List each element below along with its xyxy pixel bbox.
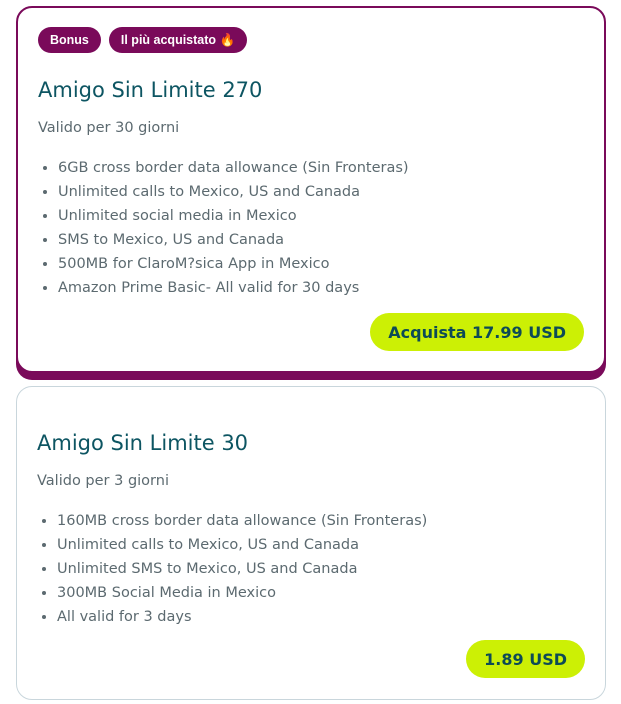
feature-item: All valid for 3 days (57, 605, 427, 629)
buy-button[interactable]: Acquista 17.99 USD (370, 313, 584, 351)
buy-button[interactable]: 1.89 USD (466, 640, 585, 678)
plan-title: Amigo Sin Limite 30 (37, 431, 249, 455)
feature-item: Unlimited social media in Mexico (58, 204, 409, 228)
plan-validity: Valido per 30 giorni (38, 120, 180, 136)
feature-item: Unlimited calls to Mexico, US and Canada (57, 533, 427, 557)
best-seller-badge: Il più acquistato 🔥 (108, 27, 248, 53)
feature-item: 500MB for ClaroM?sica App in Mexico (58, 252, 409, 276)
plan-title: Amigo Sin Limite 270 (38, 78, 263, 102)
feature-item: SMS to Mexico, US and Canada (58, 228, 409, 252)
feature-item: Amazon Prime Basic- All valid for 30 day… (58, 276, 409, 300)
feature-item: Unlimited calls to Mexico, US and Canada (58, 180, 409, 204)
feature-item: Unlimited SMS to Mexico, US and Canada (57, 557, 427, 581)
bonus-badge: Bonus (38, 27, 101, 53)
feature-item: 160MB cross border data allowance (Sin F… (57, 509, 427, 533)
feature-list: 6GB cross border data allowance (Sin Fro… (38, 156, 409, 300)
plan-card-amigo-sin-limite-30: Amigo Sin Limite 30 Valido per 3 giorni … (16, 386, 606, 700)
plan-validity: Valido per 3 giorni (37, 473, 169, 489)
plan-card-amigo-sin-limite-270: Bonus Il più acquistato 🔥 Amigo Sin Limi… (16, 6, 606, 373)
feature-list: 160MB cross border data allowance (Sin F… (37, 509, 427, 629)
feature-item: 300MB Social Media in Mexico (57, 581, 427, 605)
badge-group: Bonus Il più acquistato 🔥 (38, 27, 248, 53)
feature-item: 6GB cross border data allowance (Sin Fro… (58, 156, 409, 180)
